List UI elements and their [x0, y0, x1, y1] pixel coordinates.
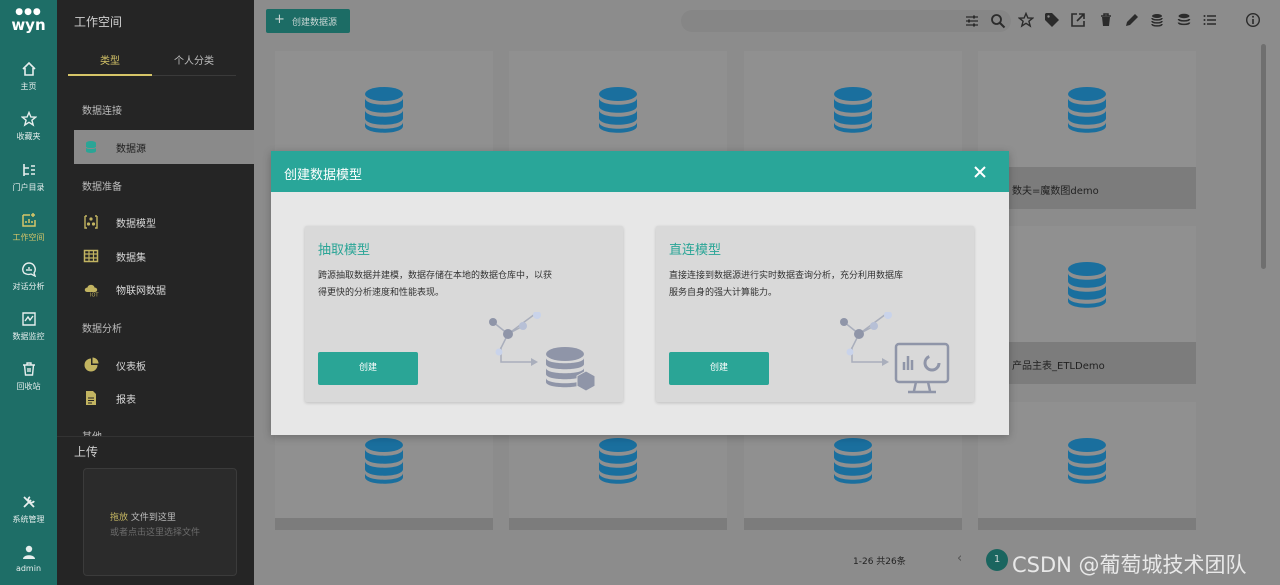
info-icon[interactable]: [1245, 12, 1261, 28]
star-icon: [20, 111, 37, 127]
filter-sliders-icon[interactable]: [964, 13, 980, 29]
pagination-prev-button[interactable]: ‹: [957, 551, 962, 566]
workspace-icon: [21, 213, 36, 227]
report-doc-icon: [86, 391, 96, 405]
option-description: 跨源抽取数据并建模，数据存储在本地的数据仓库中，以获得更快的分析速度和性能表现。: [318, 271, 553, 298]
option-title: 抽取模型: [318, 243, 371, 258]
pie-chart-icon: [84, 357, 99, 372]
section-data-analyze: 数据分析: [82, 324, 122, 335]
rail-item-portal[interactable]: 门户目录: [0, 162, 57, 193]
list-view-icon[interactable]: [1202, 12, 1218, 28]
database-icon: [85, 141, 97, 153]
tools-icon: [22, 496, 35, 508]
dropzone-text: 拖放 文件到这里: [110, 513, 176, 523]
database-icon: [834, 87, 872, 133]
database-icon: [834, 438, 872, 484]
database-icon: [1068, 87, 1106, 133]
dropzone-hint: 或者点击这里选择文件: [110, 528, 201, 538]
dataset-grid-icon: [83, 249, 99, 263]
dialog-header: 创建数据模型: [271, 151, 1009, 192]
nav-item-datamodel[interactable]: 数据模型: [74, 205, 254, 239]
open-external-icon[interactable]: [1070, 12, 1086, 28]
scrollbar-thumb[interactable]: [1261, 44, 1266, 269]
rail-item-favorites[interactable]: 收藏夹: [0, 111, 57, 142]
rail-item-home[interactable]: 主页: [0, 61, 57, 92]
monitor-icon: [21, 312, 36, 326]
extract-model-illustration: [489, 312, 596, 392]
wyn-logo[interactable]: ●●● wyn: [0, 8, 57, 34]
nav-item-iot[interactable]: IOT 物联网数据: [74, 272, 254, 306]
upload-dropzone[interactable]: 拖放 文件到这里 或者点击这里选择文件: [83, 468, 237, 576]
rail-item-workspace[interactable]: 工作空间: [0, 212, 57, 243]
dialog-title: 创建数据模型: [284, 168, 363, 183]
rail-item-chat-analysis[interactable]: 对话分析: [0, 261, 57, 292]
datamodel-icon: [84, 215, 98, 229]
upload-divider: [57, 436, 254, 437]
card-title: 数夫=魔数图demo: [1012, 186, 1099, 197]
rail-item-system-admin[interactable]: 系统管理: [0, 494, 57, 525]
section-other: 其他: [82, 428, 102, 436]
database-icon: [1068, 262, 1106, 308]
card-title: 产品主表_ETLDemo: [1012, 361, 1105, 372]
database-stack-icon[interactable]: [1176, 12, 1192, 28]
rail-item-user[interactable]: admin: [0, 544, 57, 573]
create-direct-model-button[interactable]: 创建: [669, 352, 769, 385]
chat-analysis-icon: [21, 262, 36, 277]
create-data-model-dialog: 创建数据模型 抽取模型 跨源抽取数据并建模，数据存储在本地的数据仓库中，以获得更…: [271, 151, 1009, 435]
watermark-text: CSDN @葡萄城技术团队: [1012, 553, 1247, 577]
svg-text:IOT: IOT: [90, 293, 99, 298]
edit-pencil-icon[interactable]: [1124, 12, 1140, 28]
datasource-card[interactable]: 产品主表_ETLDemo: [978, 226, 1196, 384]
database-icon: [365, 87, 403, 133]
tab-type[interactable]: 类型: [68, 52, 152, 76]
option-description: 直接连接到数据源进行实时数据查询分析，充分利用数据库服务自身的强大计算能力。: [669, 271, 904, 298]
nav-item-dashboard[interactable]: 仪表板: [74, 348, 254, 382]
upload-title: 上传: [74, 445, 99, 459]
nav-item-report[interactable]: 报表: [74, 381, 254, 415]
option-title: 直连模型: [669, 243, 722, 258]
database-layers-icon[interactable]: [1150, 12, 1166, 28]
database-icon: [365, 438, 403, 484]
create-datasource-button[interactable]: + 创建数据源: [266, 9, 350, 33]
rail-item-recycle-bin[interactable]: 回收站: [0, 361, 57, 392]
workspace-panel: 工作空间 类型 个人分类 数据连接 数据源 数据准备 数据模型 数据集 IOT …: [57, 0, 254, 585]
direct-model-option[interactable]: 直连模型 直接连接到数据源进行实时数据查询分析，充分利用数据库服务自身的强大计算…: [656, 226, 974, 402]
extract-model-option[interactable]: 抽取模型 跨源抽取数据并建模，数据存储在本地的数据仓库中，以获得更快的分析速度和…: [305, 226, 623, 402]
nav-item-dataset[interactable]: 数据集: [74, 239, 254, 273]
pagination-summary: 1-26 共26条: [853, 557, 906, 567]
datasource-card[interactable]: [978, 402, 1196, 530]
icon-rail: ●●● wyn 主页 收藏夹 门户目录 工作空间 对话分析 数据监控 回收站 系…: [0, 0, 57, 585]
direct-model-illustration: [840, 312, 950, 394]
portal-icon: [22, 164, 35, 176]
search-bar[interactable]: [681, 10, 1011, 32]
iot-cloud-icon: IOT: [84, 284, 99, 298]
plus-icon: +: [274, 12, 285, 27]
logo-text: wyn: [11, 16, 46, 34]
create-extract-model-button[interactable]: 创建: [318, 352, 418, 385]
delete-icon[interactable]: [1098, 12, 1114, 28]
search-icon[interactable]: [990, 13, 1006, 29]
nav-item-datasource[interactable]: 数据源: [74, 130, 254, 164]
trash-icon: [22, 362, 35, 376]
section-data-prepare: 数据准备: [82, 182, 122, 193]
home-icon: [21, 61, 36, 76]
tab-personal-category[interactable]: 个人分类: [152, 52, 236, 76]
close-icon[interactable]: [971, 163, 989, 181]
rail-item-data-monitor[interactable]: 数据监控: [0, 311, 57, 342]
database-icon: [1068, 438, 1106, 484]
star-icon[interactable]: [1018, 12, 1034, 28]
pagination-current-page[interactable]: 1: [986, 549, 1008, 571]
section-data-connect: 数据连接: [82, 106, 122, 117]
panel-title: 工作空间: [74, 15, 123, 29]
database-icon: [599, 438, 637, 484]
datasource-card[interactable]: 数夫=魔数图demo: [978, 51, 1196, 209]
tag-icon[interactable]: [1044, 12, 1060, 28]
user-icon: [22, 545, 35, 559]
database-icon: [599, 87, 637, 133]
